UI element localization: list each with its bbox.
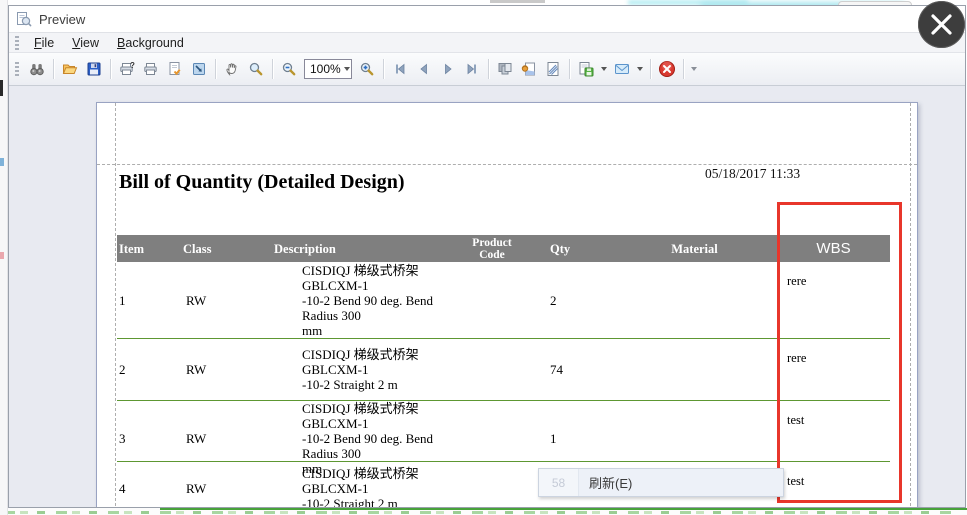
page-background-icon [521, 61, 537, 77]
email-button[interactable] [610, 57, 634, 81]
last-page-icon [464, 61, 480, 77]
zoom-mode-button[interactable] [244, 57, 268, 81]
background-window-tab [490, 0, 545, 3]
zoom-level-value: 100% [305, 62, 341, 76]
chevron-down-icon[interactable] [344, 67, 350, 71]
first-page-icon [392, 61, 408, 77]
zoom-level-combobox[interactable]: 100% [304, 59, 352, 79]
header-wbs: WBS [777, 235, 890, 262]
menubar: File View Background [9, 32, 965, 52]
margin-guide-top [97, 164, 917, 165]
watermark-button[interactable] [541, 57, 565, 81]
find-icon [29, 61, 45, 77]
find-button[interactable] [25, 57, 49, 81]
window-title: Preview [39, 12, 85, 27]
next-page-button[interactable] [436, 57, 460, 81]
header-description: Description [262, 235, 462, 262]
hand-icon [224, 61, 240, 77]
watermark-icon [545, 61, 561, 77]
open-folder-icon [62, 61, 78, 77]
report-timestamp: 05/18/2017 11:33 [705, 166, 905, 182]
background-left-strip [0, 0, 8, 515]
refresh-menu-item[interactable]: 58 刷新(E) [538, 468, 784, 497]
pan-button[interactable] [220, 57, 244, 81]
save-button[interactable] [82, 57, 106, 81]
zoom-out-icon [281, 61, 297, 77]
menu-background[interactable]: Background [108, 34, 193, 52]
email-icon [614, 61, 630, 77]
preview-content-area: 05/18/2017 11:33 Bill of Quantity (Detai… [9, 86, 965, 507]
toolbar-grip[interactable] [15, 62, 19, 76]
report-title: Bill of Quantity (Detailed Design) [119, 171, 405, 194]
header-material: Material [612, 235, 777, 262]
print-options-button[interactable]: ? [115, 57, 139, 81]
header-product-code: Product Code [462, 235, 522, 262]
refresh-menu-icon-area: 58 [539, 469, 579, 496]
close-preview-button[interactable] [655, 57, 679, 81]
table-row: 2 RW CISDIQJ 梯级式桥架 GBLCXM-1-10-2 Straigh… [117, 339, 890, 401]
page-background-button[interactable] [517, 57, 541, 81]
screen: Preview File View Background [0, 0, 967, 515]
report-page: 05/18/2017 11:33 Bill of Quantity (Detai… [96, 102, 918, 507]
table-header-row: Item Class Description Product Code Qty … [117, 235, 890, 262]
email-dropdown-icon[interactable] [637, 67, 643, 71]
open-button[interactable] [58, 57, 82, 81]
print-options-icon: ? [119, 61, 135, 77]
zoom-in-icon [359, 61, 375, 77]
prev-page-button[interactable] [412, 57, 436, 81]
last-page-button[interactable] [460, 57, 484, 81]
next-page-icon [440, 61, 456, 77]
menu-file[interactable]: File [25, 34, 63, 52]
zoom-in-button[interactable] [355, 57, 379, 81]
fit-page-button[interactable] [187, 57, 211, 81]
refresh-menu-label: 刷新(E) [579, 473, 632, 492]
preview-icon [16, 11, 32, 27]
prev-page-icon [416, 61, 432, 77]
background-window-edge [160, 508, 967, 510]
toolbar: ? [9, 52, 965, 86]
header-qty: Qty [522, 235, 612, 262]
fit-page-icon [191, 61, 207, 77]
zoom-out-button[interactable] [277, 57, 301, 81]
close-red-icon [658, 60, 676, 78]
background-app-strip [0, 508, 967, 515]
header-item: Item [117, 235, 172, 262]
table-row: 1 RW CISDIQJ 梯级式桥架 GBLCXM-1-10-2 Bend 90… [117, 262, 890, 339]
boq-table: Item Class Description Product Code Qty … [117, 235, 890, 507]
close-x-icon [929, 12, 954, 37]
print-button[interactable] [139, 57, 163, 81]
table-row: 3 RW CISDIQJ 梯级式桥架 GBLCXM-1-10-2 Bend 90… [117, 401, 890, 462]
toolbar-overflow-icon[interactable] [691, 67, 697, 71]
export-icon [578, 61, 594, 77]
zoom-mode-icon [248, 61, 264, 77]
multi-page-button[interactable] [493, 57, 517, 81]
menubar-grip[interactable] [15, 36, 19, 50]
close-annotation-button[interactable] [918, 1, 965, 48]
menu-view[interactable]: View [63, 34, 108, 52]
export-button[interactable] [574, 57, 598, 81]
multi-page-icon [497, 61, 513, 77]
save-icon [86, 61, 102, 77]
background-tiny-text [4, 511, 954, 514]
svg-text:?: ? [130, 61, 135, 70]
preview-window: Preview File View Background [8, 5, 966, 508]
export-dropdown-icon[interactable] [601, 67, 607, 71]
page-setup-icon [167, 61, 183, 77]
print-icon [143, 61, 159, 77]
titlebar: Preview [9, 6, 965, 32]
page-setup-button[interactable] [163, 57, 187, 81]
first-page-button[interactable] [388, 57, 412, 81]
header-class: Class [172, 235, 262, 262]
